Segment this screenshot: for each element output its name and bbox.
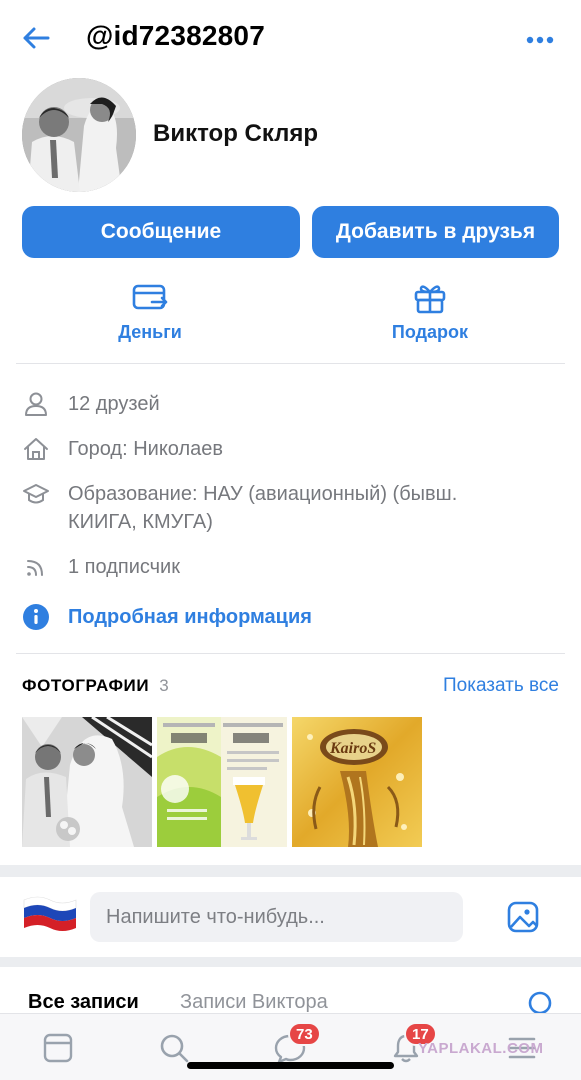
avatar[interactable] — [22, 78, 136, 192]
svg-text:KairoS: KairoS — [329, 740, 376, 757]
info-education: Образование: НАУ (авиационный) (бывш. КИ… — [22, 480, 562, 536]
education-cap-icon — [22, 480, 50, 508]
tabbar-news[interactable] — [38, 1028, 78, 1068]
money-action[interactable]: Деньги — [80, 280, 220, 343]
photos-header: ФОТОГРАФИИ 3 Показать все — [22, 673, 559, 699]
divider — [16, 653, 565, 654]
info-icon — [22, 603, 50, 631]
info-followers[interactable]: 1 подписчик — [22, 553, 562, 581]
section-separator — [0, 865, 581, 877]
section-separator — [0, 957, 581, 967]
arrow-left-icon — [23, 27, 50, 49]
divider — [16, 363, 565, 364]
details-link-row[interactable]: Подробная информация — [22, 603, 562, 631]
watermark: YAPLAKAL.COM — [418, 1040, 544, 1057]
more-horizontal-icon — [526, 36, 554, 44]
home-indicator — [187, 1062, 394, 1069]
gift-icon — [410, 280, 450, 316]
info-city: Город: Николаев — [22, 435, 562, 463]
top-bar: @id72382807 — [0, 0, 581, 76]
gift-label: Подарок — [391, 322, 469, 342]
message-button[interactable]: Сообщение — [22, 206, 300, 258]
user-icon — [22, 390, 50, 418]
city-text: Город: Николаев — [68, 438, 224, 460]
money-label: Деньги — [118, 322, 182, 342]
gift-action[interactable]: Подарок — [360, 280, 500, 343]
post-input[interactable] — [90, 892, 463, 942]
russia-flag-icon — [22, 894, 78, 934]
attach-photo-button[interactable] — [505, 899, 541, 935]
photo-thumbnail[interactable] — [157, 717, 287, 847]
search-icon — [160, 1034, 189, 1063]
tab-owner-posts[interactable]: Записи Виктора — [180, 991, 328, 1014]
post-composer — [0, 877, 581, 957]
money-transfer-icon — [130, 280, 170, 316]
home-icon — [22, 435, 50, 463]
followers-count: 1 подписчик — [68, 556, 180, 578]
show-all-photos-link[interactable]: Показать все — [443, 675, 559, 697]
photo-thumbnail[interactable] — [22, 717, 152, 847]
info-friends[interactable]: 12 друзей — [22, 390, 562, 418]
image-icon — [507, 901, 539, 933]
messages-badge: 73 — [288, 1022, 321, 1046]
more-button[interactable] — [520, 26, 560, 54]
profile-name: Виктор Скляр — [153, 120, 319, 147]
photo-thumbnail[interactable]: KairoS — [292, 717, 422, 847]
details-link[interactable]: Подробная информация — [68, 603, 312, 631]
friends-count: 12 друзей — [68, 393, 160, 415]
add-friend-button[interactable]: Добавить в друзья — [312, 206, 559, 258]
photos-count: 3 — [159, 676, 169, 695]
tab-all-posts[interactable]: Все записи — [28, 991, 139, 1014]
photos-title: ФОТОГРАФИИ — [22, 676, 150, 695]
newsfeed-icon — [43, 1033, 73, 1063]
education-text: Образование: НАУ (авиационный) (бывш. КИ… — [68, 483, 458, 533]
rss-icon — [22, 553, 50, 581]
page-title: @id72382807 — [86, 20, 265, 51]
back-button[interactable] — [18, 22, 54, 54]
